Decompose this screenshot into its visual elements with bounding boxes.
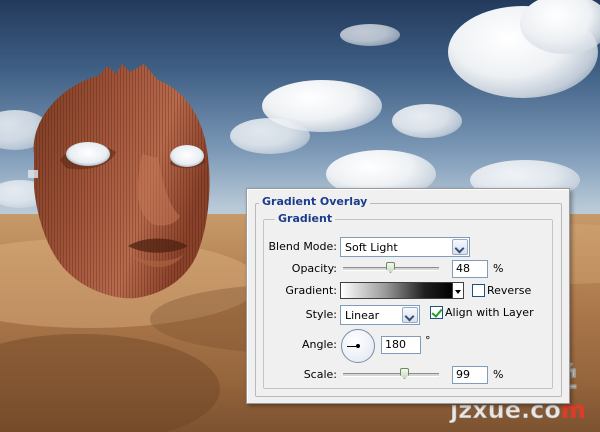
angle-hub bbox=[356, 344, 360, 348]
cloud bbox=[392, 104, 462, 138]
scale-slider-track[interactable] bbox=[343, 373, 439, 377]
scale-unit: % bbox=[493, 368, 504, 381]
panel-title: Gradient Overlay bbox=[259, 195, 371, 209]
gradient-picker[interactable] bbox=[340, 282, 453, 299]
blend-mode-label: Blend Mode: bbox=[268, 240, 338, 253]
gradient-dropdown-arrow-icon[interactable] bbox=[453, 282, 464, 299]
angle-dial-icon[interactable] bbox=[341, 329, 375, 363]
align-with-layer-checkbox[interactable] bbox=[430, 306, 443, 319]
left-eye-hole bbox=[66, 142, 110, 166]
angle-unit: ° bbox=[425, 334, 431, 347]
right-eye-hole bbox=[170, 145, 204, 167]
reverse-checkbox[interactable] bbox=[472, 284, 485, 297]
reverse-label: Reverse bbox=[487, 284, 532, 297]
dropdown-arrow-icon[interactable] bbox=[452, 239, 468, 255]
cloud bbox=[230, 118, 310, 154]
opacity-label: Opacity: bbox=[291, 262, 337, 275]
opacity-unit: % bbox=[493, 262, 504, 275]
align-with-layer-label: Align with Layer bbox=[445, 306, 534, 319]
style-label: Style: bbox=[305, 308, 337, 321]
angle-input[interactable]: 180 bbox=[381, 336, 421, 354]
angle-label: Angle: bbox=[301, 338, 337, 351]
scale-label: Scale: bbox=[303, 368, 337, 381]
gradient-overlay-panel: Gradient Overlay Gradient Blend Mode: So… bbox=[246, 188, 570, 404]
face-sculpture-graphic bbox=[28, 64, 210, 299]
gradient-label: Gradient: bbox=[285, 284, 337, 297]
side-gap bbox=[28, 170, 38, 178]
face-sculpture-image bbox=[24, 58, 234, 328]
cloud bbox=[340, 24, 400, 46]
blend-mode-value: Soft Light bbox=[345, 241, 398, 254]
style-select[interactable]: Linear bbox=[340, 305, 420, 325]
face-brick-texture bbox=[33, 64, 210, 299]
style-value: Linear bbox=[345, 309, 380, 322]
dropdown-arrow-icon[interactable] bbox=[402, 307, 418, 323]
opacity-input[interactable]: 48 bbox=[452, 260, 488, 278]
scale-input[interactable]: 99 bbox=[452, 366, 488, 384]
section-title: Gradient bbox=[275, 212, 336, 226]
dune bbox=[0, 334, 220, 432]
blend-mode-select[interactable]: Soft Light bbox=[340, 237, 470, 257]
